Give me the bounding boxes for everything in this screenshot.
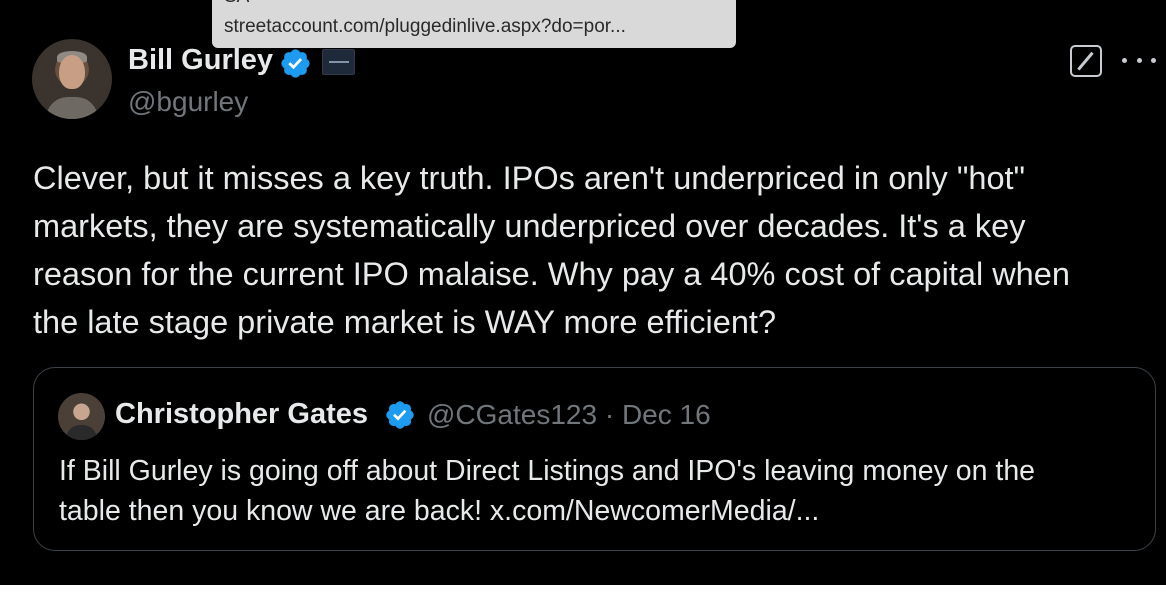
grok-icon[interactable] [1070,45,1102,77]
verified-badge-icon[interactable] [384,399,416,431]
quoted-avatar-shirt [66,425,97,440]
tooltip-url: streetaccount.com/pluggedinlive.aspx?do=… [224,16,626,37]
quoted-author-avatar[interactable] [58,393,105,440]
tweet-text-line: markets, they are systematically underpr… [33,208,1026,244]
more-icon[interactable] [1122,48,1156,72]
verified-badge-icon[interactable] [279,47,312,80]
author-avatar[interactable] [32,39,112,119]
quoted-text-line: table then you know we are back! x.com/N… [59,495,820,527]
more-dot-icon [1151,57,1156,63]
more-dot-icon [1136,57,1142,63]
avatar-shirt [46,97,98,119]
quoted-text-line: If Bill Gurley is going off about Direct… [59,455,1036,487]
tweet-panel: SA streetaccount.com/pluggedinlive.aspx?… [0,0,1166,585]
quoted-tweet-text: If Bill Gurley is going off about Direct… [59,451,1139,531]
avatar-face [59,55,85,89]
author-handle[interactable]: @bgurley [128,86,248,118]
tweet-text-line: Clever, but it misses a key truth. IPOs … [33,160,1026,196]
more-dot-icon [1122,57,1127,63]
quoted-author-name[interactable]: Christopher Gates [115,398,368,431]
quoted-handle-date[interactable]: @CGates123 · Dec 16 [427,399,711,431]
tooltip-title: SA [224,0,249,8]
tweet-text-line: the late stage private market is WAY mor… [33,304,777,340]
tweet-text-line: reason for the current IPO malaise. Why … [33,256,1070,292]
author-display-name[interactable]: Bill Gurley [128,44,273,77]
link-url-tooltip: SA streetaccount.com/pluggedinlive.aspx?… [212,0,736,48]
quoted-tweet-card[interactable]: Christopher Gates @CGates123 · Dec 16 If… [33,367,1156,551]
affiliate-badge[interactable] [322,49,355,75]
tweet-text: Clever, but it misses a key truth. IPOs … [33,154,1153,346]
